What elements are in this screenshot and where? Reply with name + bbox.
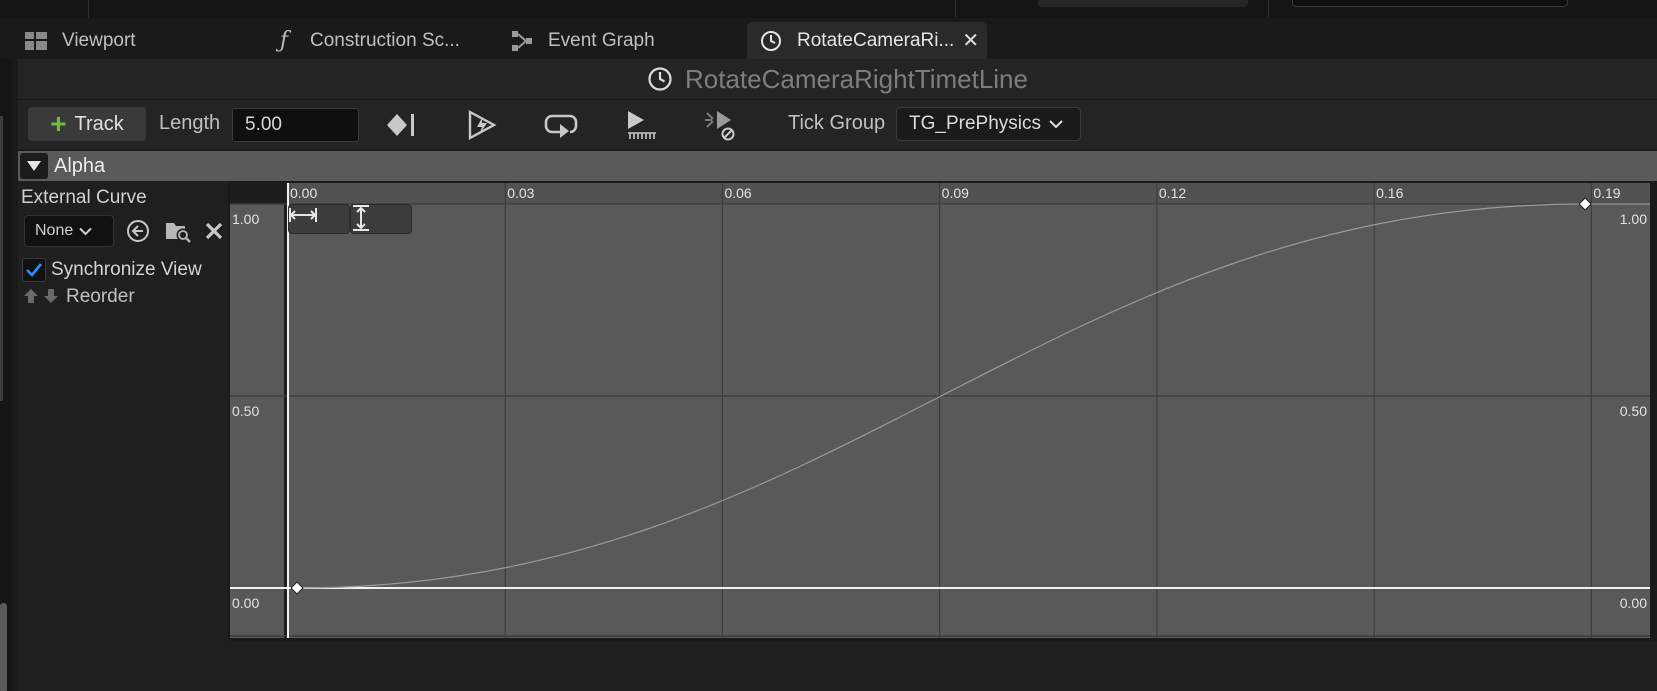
function-icon: ƒ [279, 28, 289, 53]
x-tick-label: 0.12 [1159, 185, 1186, 201]
tab-label: RotateCameraRi... [797, 29, 955, 51]
zoom-to-fit-horizontal-button[interactable] [288, 204, 350, 234]
tab-label: Viewport [62, 29, 136, 51]
chevron-down-icon [1049, 119, 1063, 129]
timeline-toolbar: + Track Length Tick Group TG_PrePhysics [18, 99, 1657, 149]
timeline-title-bar: RotateCameraRightTimetLine [18, 59, 1657, 99]
clock-icon [647, 66, 673, 92]
arrow-up-icon[interactable] [22, 287, 40, 310]
reorder-label: Reorder [66, 286, 135, 307]
x-tick-label: 0.03 [507, 185, 534, 201]
external-curve-value: None [35, 222, 74, 239]
y-tick-label-left: 1.00 [232, 211, 259, 227]
synchronize-view-label: Synchronize View [51, 259, 202, 280]
top-search-field[interactable] [1292, 0, 1568, 7]
divider [88, 0, 89, 18]
collapse-triangle-icon[interactable] [20, 153, 48, 179]
left-gutter [230, 204, 288, 638]
tick-group-value: TG_PrePhysics [909, 113, 1041, 134]
x-tick-label: 0.19 [1593, 185, 1620, 201]
close-tab-icon[interactable]: ✕ [962, 28, 979, 53]
clear-curve-icon[interactable] [200, 217, 228, 245]
ignore-time-dilation-icon[interactable] [700, 106, 740, 144]
divider [1268, 0, 1269, 18]
track-properties-panel: External Curve None Synchronize View Reo… [18, 181, 228, 641]
add-track-label: Track [74, 112, 124, 135]
ruler-corner [230, 183, 288, 204]
x-tick-label: 0.00 [290, 185, 317, 201]
tick-group-dropdown[interactable]: TG_PrePhysics [896, 107, 1081, 141]
graph-nodes-icon [510, 29, 534, 53]
external-curve-dropdown[interactable]: None [24, 215, 114, 247]
time-ruler [288, 183, 1650, 204]
plus-icon: + [50, 108, 67, 139]
divider [955, 0, 956, 18]
length-label: Length [159, 112, 221, 134]
bottom-empty-area [18, 641, 1657, 691]
x-tick-label: 0.09 [942, 185, 969, 201]
arrow-down-icon[interactable] [42, 287, 60, 310]
use-selected-curve-icon[interactable] [124, 217, 152, 245]
length-input[interactable] [232, 108, 359, 142]
scroll-track[interactable] [0, 116, 3, 401]
tab-bar: Viewport ƒ Construction Sc... Event Grap… [12, 18, 1657, 59]
timeline-title: RotateCameraRightTimetLine [685, 63, 1028, 94]
chevron-down-icon [79, 227, 92, 236]
x-tick-label: 0.06 [724, 185, 751, 201]
zoom-to-fit-vertical-button[interactable] [350, 204, 412, 234]
reorder-arrows[interactable] [22, 287, 60, 310]
tab-viewport[interactable]: Viewport [24, 22, 136, 59]
clock-icon [759, 29, 783, 53]
tab-construction-script[interactable]: ƒ Construction Sc... [272, 22, 460, 59]
scroll-thumb[interactable] [0, 603, 7, 691]
track-name: Alpha [54, 154, 106, 177]
loop-icon[interactable] [541, 106, 581, 144]
y-tick-label-right: 0.50 [1620, 403, 1647, 419]
tab-event-graph[interactable]: Event Graph [510, 22, 655, 59]
add-track-button[interactable]: + Track [28, 107, 146, 141]
y-tick-label-left: 0.50 [232, 403, 259, 419]
external-curve-label: External Curve [21, 187, 147, 208]
curve-editor[interactable]: 0.00 0.03 0.06 0.09 0.12 0.16 0.19 1.00 0.50 0.00… [230, 183, 1650, 638]
use-last-keyframe-icon[interactable] [383, 106, 423, 144]
replicated-icon[interactable] [621, 106, 661, 144]
autoplay-icon[interactable] [462, 106, 502, 144]
curve-graph[interactable]: 0.00 0.03 0.06 0.09 0.12 0.16 0.191.000.500.00… [230, 183, 1650, 638]
top-strip [0, 0, 1657, 18]
y-tick-label-right: 1.00 [1620, 211, 1647, 227]
left-edge-panel [0, 58, 12, 691]
synchronize-view-checkbox[interactable] [22, 258, 46, 282]
viewport-grid-icon [24, 29, 48, 53]
y-tick-label-right: 0.00 [1620, 595, 1647, 611]
y-tick-label-left: 0.00 [232, 595, 259, 611]
x-tick-label: 0.16 [1376, 185, 1403, 201]
track-header[interactable]: Alpha [18, 151, 1657, 181]
tab-label: Construction Sc... [310, 29, 460, 51]
tick-group-label: Tick Group [788, 112, 886, 134]
tab-label: Event Graph [548, 29, 655, 51]
tab-rotate-camera-timeline[interactable]: RotateCameraRi... ✕ [747, 22, 987, 59]
browse-asset-icon[interactable] [164, 217, 192, 245]
top-field[interactable] [1038, 0, 1248, 7]
